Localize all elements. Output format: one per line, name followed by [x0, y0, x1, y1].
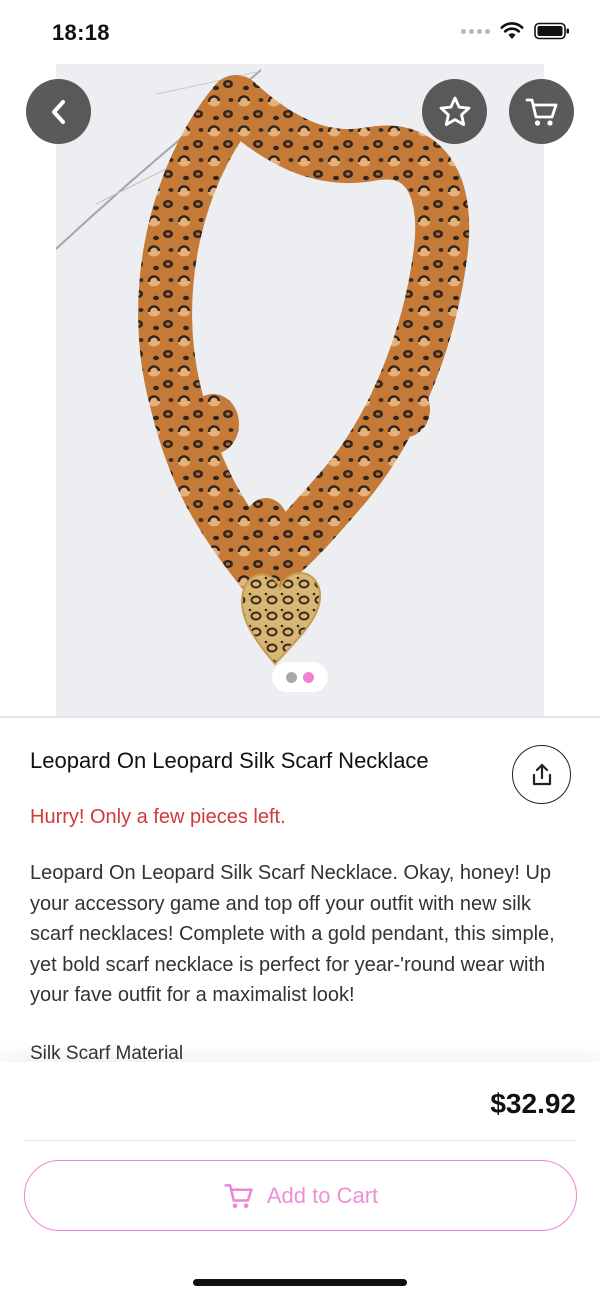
panel-divider [24, 1140, 576, 1141]
back-button[interactable] [26, 79, 91, 144]
home-indicator[interactable] [193, 1279, 407, 1286]
product-title: Leopard On Leopard Silk Scarf Necklace [30, 748, 429, 773]
product-description: Leopard On Leopard Silk Scarf Necklace. … [30, 862, 555, 1006]
image-pager[interactable] [272, 662, 328, 692]
add-to-cart-button[interactable]: Add to Cart [24, 1160, 577, 1231]
image-divider [0, 716, 600, 718]
pager-dot[interactable] [286, 671, 297, 683]
product-image[interactable] [56, 64, 544, 716]
back-chevron-icon [51, 99, 65, 124]
battery-icon [534, 22, 569, 40]
pager-dot-active[interactable] [303, 671, 314, 683]
status-icons [461, 22, 570, 40]
product-price: $32.92 [490, 1088, 576, 1119]
cart-button[interactable] [509, 79, 574, 144]
cart-icon [224, 1183, 253, 1208]
status-time: 18:18 [52, 20, 110, 45]
status-bar: 18:18 [0, 0, 600, 64]
add-to-cart-label: Add to Cart [266, 1182, 379, 1208]
cart-icon [525, 98, 557, 126]
wifi-icon [500, 22, 524, 39]
signal-dots-icon [461, 28, 490, 34]
favorite-button[interactable] [422, 79, 487, 144]
share-button[interactable] [512, 745, 571, 804]
star-icon [439, 96, 470, 126]
share-icon [532, 763, 551, 785]
stock-warning: Hurry! Only a few pieces left. [30, 806, 286, 828]
